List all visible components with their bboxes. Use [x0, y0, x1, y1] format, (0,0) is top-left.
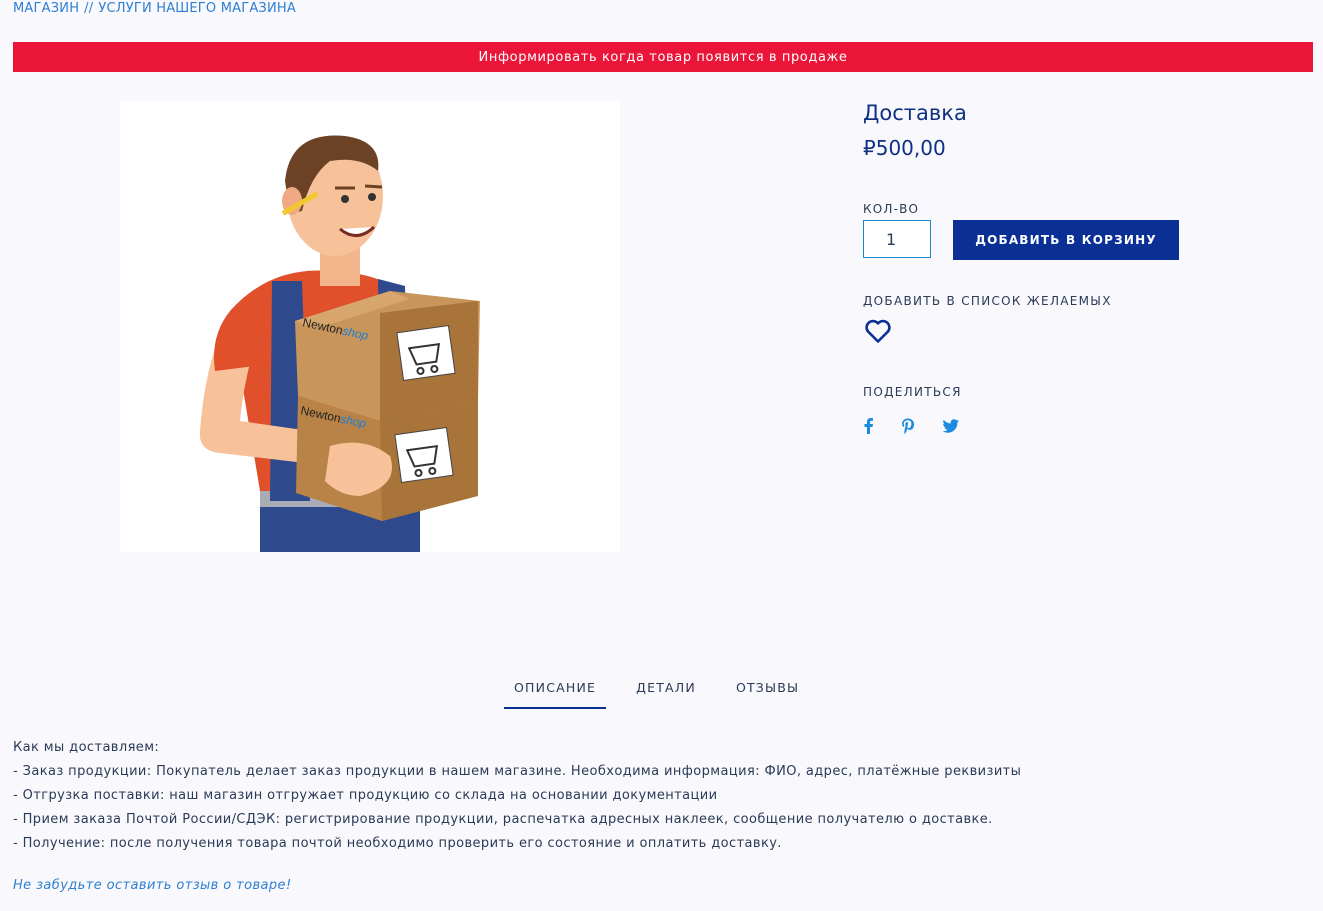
breadcrumb-separator: // — [84, 1, 94, 16]
breadcrumb-shop-link[interactable]: МАГАЗИН — [13, 1, 79, 16]
product-description: Как мы доставляем: - Заказ продукции: По… — [13, 736, 1021, 856]
share-label: ПОДЕЛИТЬСЯ — [863, 385, 962, 399]
description-line: - Отгрузка поставки: наш магазин отгружа… — [13, 788, 718, 803]
tab-description[interactable]: ОПИСАНИЕ — [504, 680, 607, 709]
twitter-icon[interactable] — [942, 417, 960, 435]
description-line: - Прием заказа Почтой России/СДЭК: регис… — [13, 812, 993, 827]
quantity-input[interactable] — [863, 220, 931, 258]
description-line: - Получение: после получения товара почт… — [13, 836, 782, 851]
delivery-man-illustration: Newtonshop Newtonshop — [199, 135, 480, 552]
tab-reviews[interactable]: ОТЗЫВЫ — [726, 680, 809, 709]
facebook-icon[interactable] — [860, 417, 878, 435]
product-tabs: ОПИСАНИЕ ДЕТАЛИ ОТЗЫВЫ — [504, 680, 829, 709]
breadcrumb: МАГАЗИН // УСЛУГИ НАШЕГО МАГАЗИНА — [13, 1, 296, 16]
description-line: - Заказ продукции: Покупатель делает зак… — [13, 764, 1022, 779]
wishlist-label: ДОБАВИТЬ В СПИСОК ЖЕЛАЕМЫХ — [863, 294, 1112, 308]
quantity-label: КОЛ-ВО — [863, 202, 920, 216]
review-reminder: Не забудьте оставить отзыв о товаре! — [13, 878, 292, 893]
heart-icon[interactable] — [864, 318, 892, 344]
breadcrumb-services-link[interactable]: УСЛУГИ НАШЕГО МАГАЗИНА — [98, 1, 296, 16]
description-heading: Как мы доставляем: — [13, 740, 160, 755]
add-to-cart-button[interactable]: ДОБАВИТЬ В КОРЗИНУ — [953, 220, 1179, 260]
product-price: ₽500,00 — [863, 136, 946, 160]
pinterest-icon[interactable] — [899, 417, 917, 435]
product-image: Newtonshop Newtonshop — [120, 101, 620, 552]
product-title: Доставка — [863, 101, 967, 125]
notify-when-available-button[interactable]: Информировать когда товар появится в про… — [13, 42, 1313, 72]
tab-details[interactable]: ДЕТАЛИ — [626, 680, 706, 709]
